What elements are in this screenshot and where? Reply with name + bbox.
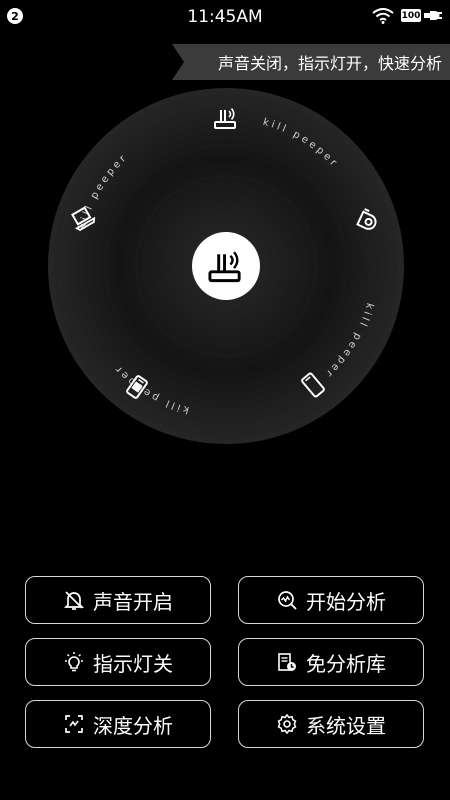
whitelist-library-button[interactable]: 免分析库 [238, 638, 424, 686]
database-icon [278, 653, 296, 671]
deep-analysis-button[interactable]: 深度分析 [25, 700, 211, 748]
charging-icon [424, 11, 442, 20]
laptop-icon[interactable] [70, 206, 96, 232]
sound-toggle-button[interactable]: 声音开启 [25, 576, 211, 624]
start-analysis-label: 开始分析 [306, 589, 386, 614]
sound-toggle-label: 声音开启 [93, 589, 173, 614]
bell-off-icon [63, 591, 85, 610]
mode-status-text: 声音关闭，指示灯开，快速分析 [217, 54, 442, 73]
whitelist-library-label: 免分析库 [306, 651, 386, 676]
scan-icon [65, 715, 83, 733]
camera-icon[interactable] [356, 208, 382, 234]
wifi-icon [372, 8, 394, 24]
start-analysis-button[interactable]: 开始分析 [238, 576, 424, 624]
system-settings-label: 系统设置 [306, 713, 386, 738]
magnifier-chart-icon [278, 591, 297, 610]
indicator-toggle-label: 指示灯关 [93, 651, 173, 676]
battery-icon: 100 [401, 9, 421, 22]
system-settings-button[interactable]: 系统设置 [238, 700, 424, 748]
indicator-toggle-button[interactable]: 指示灯关 [25, 638, 211, 686]
router-icon [208, 251, 241, 283]
mode-status-banner: 声音关闭，指示灯开，快速分析 [172, 44, 450, 80]
phone-icon[interactable] [299, 372, 327, 398]
router-icon[interactable] [213, 106, 239, 130]
status-bar: 2 11:45AM 100 [0, 0, 450, 34]
router-scan-button[interactable] [192, 232, 260, 300]
tablet-icon[interactable] [124, 374, 150, 400]
deep-analysis-label: 深度分析 [93, 713, 173, 738]
gear-icon [277, 713, 297, 735]
bulb-icon [65, 652, 83, 672]
